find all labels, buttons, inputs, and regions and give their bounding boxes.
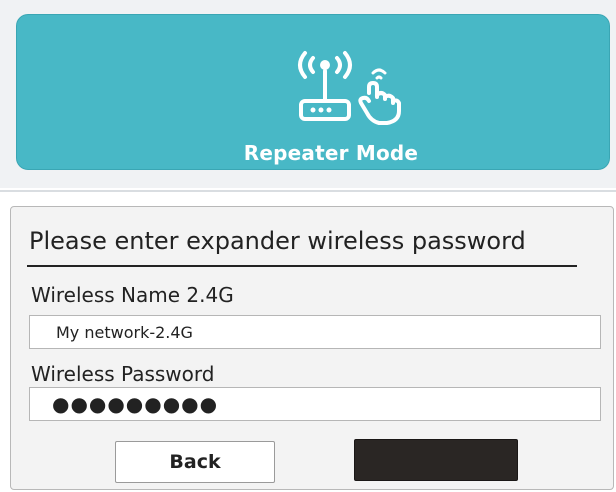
password-panel: Please enter expander wireless password …	[10, 206, 614, 490]
back-button[interactable]: Back	[115, 441, 275, 483]
router-tap-icon	[298, 51, 401, 125]
wireless-name-label: Wireless Name 2.4G	[31, 283, 234, 307]
next-button[interactable]	[354, 439, 518, 481]
panel-title: Please enter expander wireless password	[29, 227, 526, 255]
wireless-password-field[interactable]	[29, 387, 601, 421]
wireless-name-field[interactable]	[29, 315, 601, 349]
mode-section: Repeater Mode	[0, 0, 616, 188]
title-rule	[27, 265, 577, 267]
mode-title: Repeater Mode	[243, 141, 419, 165]
repeater-mode-card[interactable]: Repeater Mode	[16, 14, 610, 170]
section-divider	[0, 190, 616, 192]
wireless-password-label: Wireless Password	[31, 362, 215, 386]
